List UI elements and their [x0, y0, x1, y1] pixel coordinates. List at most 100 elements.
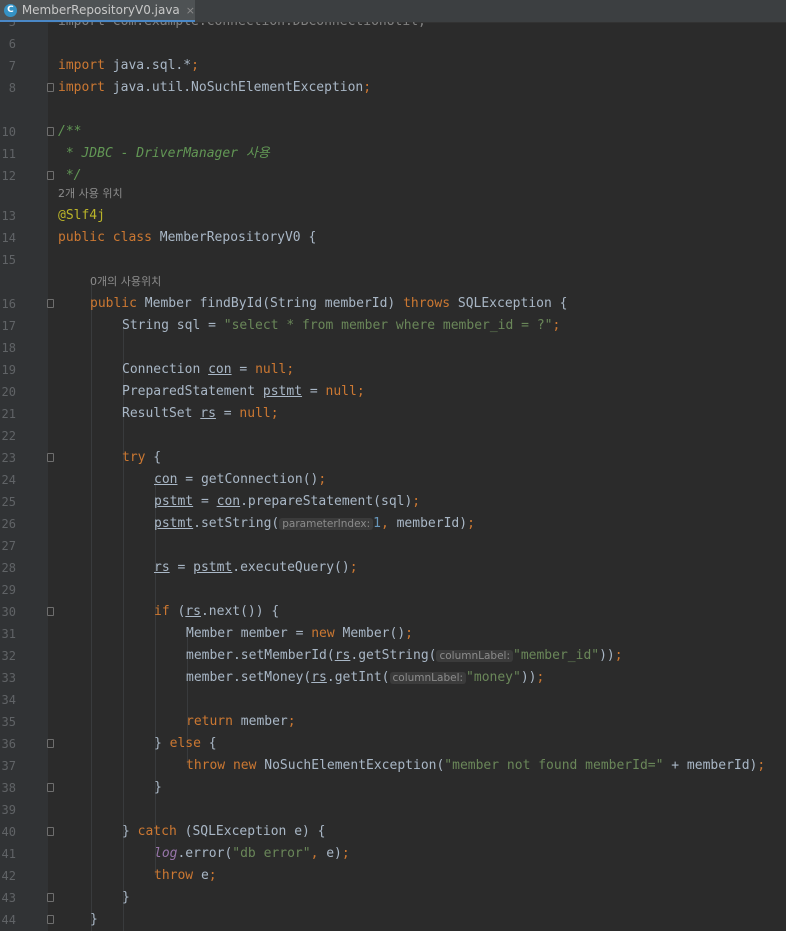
code-line: 20 PreparedStatement pstmt = null; [0, 381, 786, 403]
code-text: @Slf4j [58, 208, 105, 223]
usage-hint[interactable]: 0개의 사용위치 [90, 271, 161, 293]
code-line: 6 [0, 33, 786, 55]
code-text: public class MemberRepositoryV0 { [58, 230, 317, 245]
code-line: 31 Member member = new Member(); [0, 623, 786, 645]
code-text: throw e; [154, 868, 217, 883]
usage-hint[interactable]: 2개 사용 위치 [58, 183, 123, 205]
code-line: 30 if (rs.next()) { [0, 601, 786, 623]
code-editor[interactable]: 5 import com.example.connection.DBConnec… [0, 22, 786, 931]
line-number: 5 [8, 22, 16, 29]
line-number: 37 [1, 759, 16, 773]
code-line: 11 * JDBC - DriverManager 사용 [0, 143, 786, 165]
line-number: 27 [1, 539, 16, 553]
code-line: 33 member.setMoney(rs.getInt(columnLabel… [0, 667, 786, 689]
line-number: 28 [1, 561, 16, 575]
line-number: 16 [1, 297, 16, 311]
tab-label: MemberRepositoryV0.java [21, 3, 180, 17]
line-number: 33 [1, 671, 16, 685]
line-number: 18 [1, 341, 16, 355]
code-line: 19 Connection con = null; [0, 359, 786, 381]
code-line: 29 [0, 579, 786, 601]
line-number: 24 [1, 473, 16, 487]
line-number: 44 [1, 913, 16, 927]
code-line: 15 [0, 249, 786, 271]
code-line: 34 [0, 689, 786, 711]
parameter-hint: columnLabel: [389, 672, 467, 684]
line-number: 17 [1, 319, 16, 333]
line-number: 7 [8, 59, 16, 73]
line-number: 20 [1, 385, 16, 399]
fold-marker-icon[interactable] [47, 83, 54, 92]
code-line: 16 public Member findById(String memberI… [0, 293, 786, 315]
code-text: pstmt = con.prepareStatement(sql); [154, 494, 421, 509]
fold-marker-icon[interactable] [47, 299, 54, 308]
java-class-icon: C [4, 3, 17, 17]
close-icon[interactable]: × [186, 4, 195, 17]
code-line: 8 import java.util.NoSuchElementExceptio… [0, 77, 786, 99]
code-line: 41 log.error("db error", e); [0, 843, 786, 865]
code-text: return member; [186, 714, 296, 729]
code-line: 32 member.setMemberId(rs.getString(colum… [0, 645, 786, 667]
line-number: 38 [1, 781, 16, 795]
code-text: import java.sql.*; [58, 58, 199, 73]
code-line: 27 [0, 535, 786, 557]
code-text: import java.util.NoSuchElementException; [58, 80, 372, 95]
fold-marker-icon[interactable] [47, 827, 54, 836]
fold-marker-icon[interactable] [47, 607, 54, 616]
line-number: 21 [1, 407, 16, 421]
code-text: * JDBC - DriverManager 사용 [58, 146, 270, 161]
code-line: 43 } [0, 887, 786, 909]
code-line: 35 return member; [0, 711, 786, 733]
line-number: 10 [1, 125, 16, 139]
line-number: 15 [1, 253, 16, 267]
code-text: con = getConnection(); [154, 472, 327, 487]
code-line: 7 import java.sql.*; [0, 55, 786, 77]
code-line: 25 pstmt = con.prepareStatement(sql); [0, 491, 786, 513]
code-text: public Member findById(String memberId) … [90, 296, 568, 311]
code-text: Connection con = null; [122, 362, 295, 377]
code-line: 39 [0, 799, 786, 821]
code-text: /** [58, 124, 82, 139]
line-number: 40 [1, 825, 16, 839]
code-text: String sql = "select * from member where… [122, 318, 561, 333]
fold-marker-icon[interactable] [47, 893, 54, 902]
tab-member-repository-v0[interactable]: C MemberRepositoryV0.java × [0, 0, 195, 22]
fold-marker-icon[interactable] [47, 171, 54, 180]
parameter-hint: columnLabel: [436, 650, 513, 662]
line-number: 6 [8, 37, 16, 51]
code-text: pstmt.setString(parameterIndex: 1, member… [154, 516, 475, 531]
fold-marker-icon[interactable] [47, 739, 54, 748]
code-line: 40 } catch (SQLException e) { [0, 821, 786, 843]
line-number: 31 [1, 627, 16, 641]
editor-tab-bar: C MemberRepositoryV0.java × [0, 0, 786, 23]
code-text: try { [122, 450, 162, 465]
line-number: 30 [1, 605, 16, 619]
code-line: 44 } [0, 909, 786, 931]
code-text: throw new NoSuchElementException("member… [186, 758, 766, 773]
line-number: 32 [1, 649, 16, 663]
code-line: 37 throw new NoSuchElementException("mem… [0, 755, 786, 777]
line-number: 41 [1, 847, 16, 861]
code-line: 5 import com.example.connection.DBConnec… [0, 22, 786, 33]
fold-marker-icon[interactable] [47, 453, 54, 462]
fold-marker-icon[interactable] [47, 783, 54, 792]
code-line: 22 [0, 425, 786, 447]
line-number: 35 [1, 715, 16, 729]
line-number: 43 [1, 891, 16, 905]
code-line: 28 rs = pstmt.executeQuery(); [0, 557, 786, 579]
code-line: 13 @Slf4j [0, 205, 786, 227]
code-line: 38 } [0, 777, 786, 799]
line-number: 14 [1, 231, 16, 245]
code-line: 21 ResultSet rs = null; [0, 403, 786, 425]
line-number: 12 [1, 169, 16, 183]
code-text: log.error("db error", e); [154, 846, 350, 861]
code-line: 17 String sql = "select * from member wh… [0, 315, 786, 337]
code-line: 24 con = getConnection(); [0, 469, 786, 491]
line-number: 23 [1, 451, 16, 465]
code-line: 23 try { [0, 447, 786, 469]
code-text: member.setMemberId(rs.getString(columnLa… [186, 648, 623, 663]
code-text: rs = pstmt.executeQuery(); [154, 560, 358, 575]
fold-marker-icon[interactable] [47, 127, 54, 136]
fold-marker-icon[interactable] [47, 915, 54, 924]
line-number: 25 [1, 495, 16, 509]
